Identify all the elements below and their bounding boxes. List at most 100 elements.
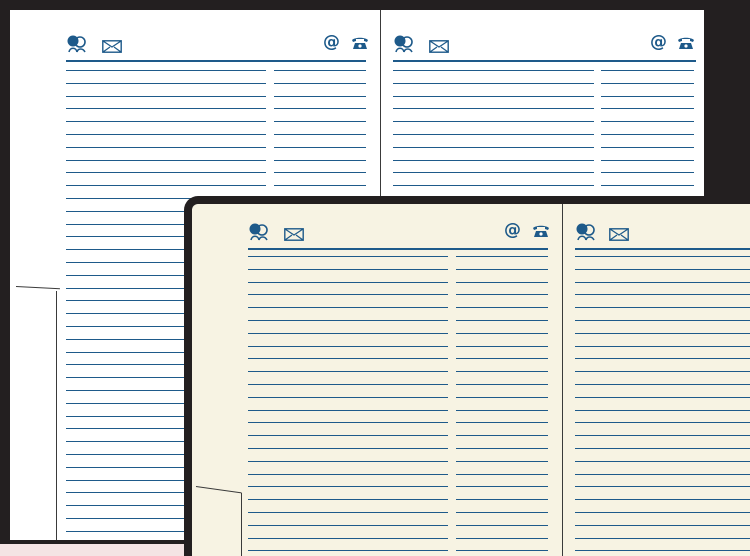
ruled-line: [66, 70, 266, 72]
ruled-line: [248, 371, 448, 373]
ruled-line: [66, 96, 266, 98]
ruled-line: [601, 134, 694, 136]
at-sign-icon: @: [323, 32, 340, 52]
ruled-line: [575, 256, 750, 258]
header-rule: [393, 60, 696, 62]
ruled-line: [248, 307, 448, 309]
cream-notebook-spread: @: [192, 204, 750, 556]
ruled-line: [248, 538, 448, 540]
ruled-line: [456, 320, 548, 322]
ruled-line: [456, 358, 548, 360]
ruled-line: [575, 410, 750, 412]
ruled-line: [66, 121, 266, 123]
ruled-line: [456, 307, 548, 309]
ruled-line: [274, 172, 366, 174]
ruled-line: [456, 397, 548, 399]
ruled-line: [575, 512, 750, 514]
ruled-lines: [192, 256, 562, 556]
ruled-line: [575, 474, 750, 476]
ruled-line: [248, 435, 448, 437]
ruled-line: [248, 499, 448, 501]
ruled-line: [393, 185, 594, 187]
ruled-line: [248, 461, 448, 463]
ruled-line: [66, 108, 266, 110]
ruled-line: [248, 346, 448, 348]
ruled-line: [248, 422, 448, 424]
people-icon: [248, 222, 270, 245]
ruled-line: [393, 147, 594, 149]
ruled-line: [393, 108, 594, 110]
ruled-line: [575, 346, 750, 348]
ruled-line: [274, 96, 366, 98]
ruled-line: [393, 70, 594, 72]
ruled-line: [393, 160, 594, 162]
ruled-line: [456, 256, 548, 258]
header-rule: [248, 248, 548, 250]
ruled-line: [274, 70, 366, 72]
ruled-line: [393, 96, 594, 98]
cream-notebook: @: [184, 196, 750, 556]
cream-right-page: [563, 204, 750, 556]
ruled-line: [248, 320, 448, 322]
envelope-icon: [284, 228, 304, 244]
ruled-line: [575, 397, 750, 399]
ruled-line: [66, 147, 266, 149]
ruled-line: [456, 525, 548, 527]
ruled-line: [248, 294, 448, 296]
ruled-line: [575, 371, 750, 373]
people-icon: [393, 34, 415, 57]
ruled-line: [456, 538, 548, 540]
people-icon: [66, 34, 88, 57]
ruled-line: [456, 294, 548, 296]
ruled-line: [601, 83, 694, 85]
ruled-line: [456, 474, 548, 476]
ruled-line: [456, 422, 548, 424]
ruled-line: [575, 269, 750, 271]
at-sign-icon: @: [504, 220, 521, 240]
ruled-line: [66, 83, 266, 85]
ruled-line: [274, 134, 366, 136]
ruled-line: [456, 512, 548, 514]
ruled-line: [393, 83, 594, 85]
header-rule: [575, 248, 750, 250]
ruled-line: [66, 134, 266, 136]
ruled-line: [601, 96, 694, 98]
ruled-line: [456, 410, 548, 412]
ruled-line: [575, 499, 750, 501]
ruled-line: [393, 121, 594, 123]
ruled-line: [274, 83, 366, 85]
ruled-line: [456, 333, 548, 335]
ruled-line: [248, 486, 448, 488]
ruled-line: [393, 134, 594, 136]
telephone-icon: [351, 36, 369, 53]
ruled-line: [393, 172, 594, 174]
ruled-line: [601, 185, 694, 187]
envelope-icon: [429, 40, 449, 56]
ruled-line: [274, 160, 366, 162]
ruled-line: [456, 346, 548, 348]
ruled-line: [456, 486, 548, 488]
ruled-line: [601, 121, 694, 123]
ruled-line: [248, 525, 448, 527]
envelope-icon: [102, 40, 122, 56]
cream-left-page: @: [192, 204, 562, 556]
ruled-line: [575, 294, 750, 296]
ruled-line: [575, 538, 750, 540]
ruled-line: [66, 172, 266, 174]
ruled-line: [248, 269, 448, 271]
ruled-line: [456, 499, 548, 501]
ruled-line: [575, 333, 750, 335]
ruled-line: [575, 358, 750, 360]
telephone-icon: [532, 224, 550, 241]
ruled-line: [575, 525, 750, 527]
ruled-line: [248, 333, 448, 335]
ruled-line: [575, 550, 750, 552]
ruled-line: [248, 384, 448, 386]
ruled-line: [456, 269, 548, 271]
ruled-line: [456, 371, 548, 373]
ruled-line: [248, 550, 448, 552]
ruled-line: [274, 185, 366, 187]
people-icon: [575, 222, 597, 245]
ruled-line: [575, 307, 750, 309]
ruled-line: [575, 486, 750, 488]
